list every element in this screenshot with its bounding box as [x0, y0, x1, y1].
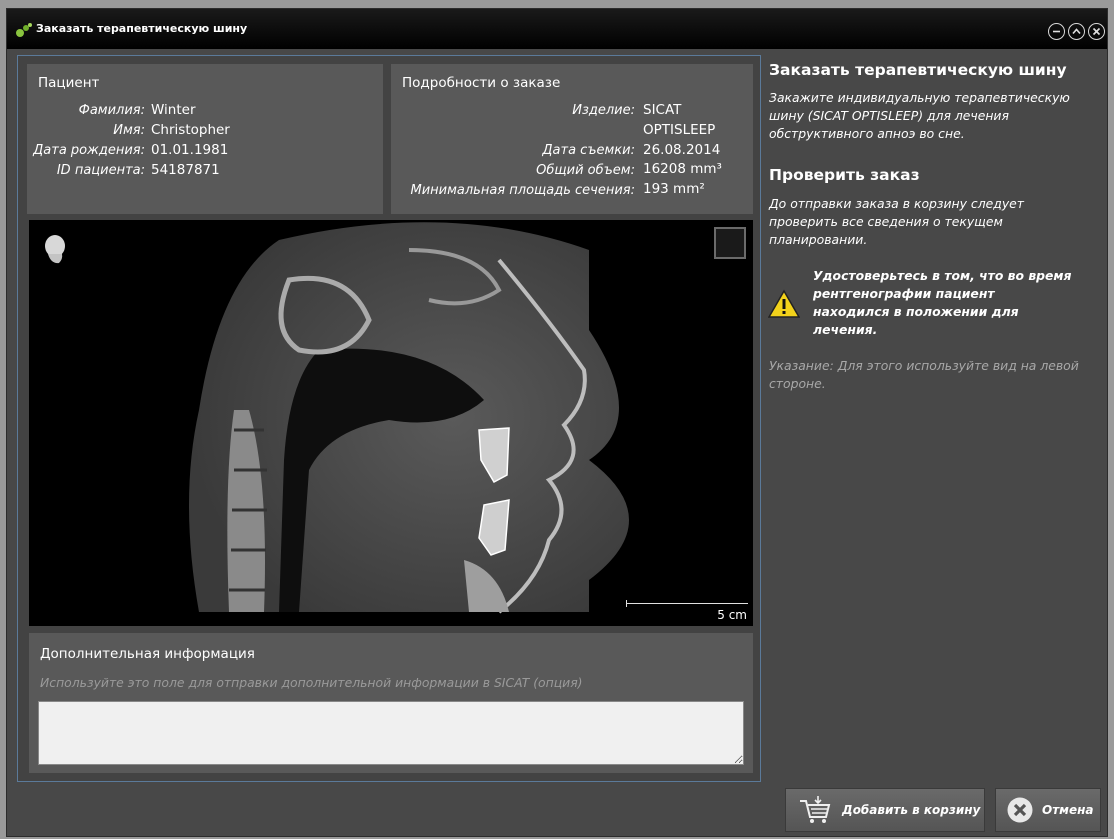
cancel-button[interactable]: Отмена — [995, 788, 1101, 832]
hint-text: Указание: Для этого используйте вид на л… — [769, 357, 1079, 393]
order-product-value: SICAT — [643, 102, 682, 118]
scale-bar — [626, 603, 748, 604]
order-product-value-line2: OPTISLEEP — [643, 122, 716, 138]
add-to-cart-label: Добавить в корзину — [842, 803, 981, 817]
ct-image-viewer[interactable]: 5 cm — [29, 220, 753, 626]
order-scan-date-label: Дата съемки: — [542, 143, 635, 158]
minimize-icon — [1053, 30, 1060, 33]
order-volume-label: Общий объем: — [536, 163, 635, 178]
warning-line: рентгенографии пациент — [813, 286, 995, 301]
chevron-up-icon — [1072, 28, 1081, 35]
order-content-frame: Пациент Фамилия: Winter Имя: Christopher… — [17, 55, 761, 782]
add-to-cart-button[interactable]: Добавить в корзину — [785, 788, 985, 832]
maximize-button[interactable] — [1068, 23, 1085, 40]
cancel-icon — [1007, 797, 1033, 823]
cart-icon — [800, 796, 831, 823]
ct-sagittal-slice — [189, 222, 629, 614]
window-title: Заказать терапевтическую шину — [36, 22, 248, 35]
sidebar-title: Заказать терапевтическую шину — [769, 61, 1067, 79]
hint-line: Указание: Для этого используйте вид на л… — [769, 358, 1079, 373]
additional-info-hint: Используйте это поле для отправки дополн… — [40, 675, 583, 690]
scale-bar-tick-left — [626, 600, 627, 607]
patient-lastname-label: Фамилия: — [78, 103, 145, 118]
patient-id-value: 54187871 — [151, 162, 220, 178]
order-min-area-value: 193 mm² — [643, 181, 705, 197]
hint-line: стороне. — [769, 376, 826, 391]
title-bar: Заказать терапевтическую шину — [7, 9, 1107, 49]
scale-label: 5 cm — [717, 608, 747, 622]
sidebar-description-line: обструктивного апноэ во сне. — [769, 126, 965, 141]
additional-info-heading: Дополнительная информация — [40, 646, 255, 662]
head-orientation-icon[interactable] — [43, 234, 67, 264]
order-dialog-window: Заказать терапевтическую шину Пациент Фа… — [6, 8, 1108, 837]
patient-firstname-label: Имя: — [113, 123, 145, 138]
patient-firstname-value: Christopher — [151, 122, 230, 138]
additional-info-textarea[interactable] — [38, 701, 744, 765]
patient-id-label: ID пациента: — [56, 163, 145, 178]
close-window-button[interactable] — [1088, 23, 1105, 40]
warning-text: Удостоверьтесь в том, что во время рентг… — [813, 267, 1072, 339]
close-icon — [1092, 27, 1101, 36]
warning-line: Удостоверьтесь в том, что во время — [813, 268, 1072, 283]
check-order-title: Проверить заказ — [769, 166, 920, 184]
app-logo-icon — [16, 23, 32, 37]
additional-info-panel: Дополнительная информация Используйте эт… — [29, 633, 753, 773]
minimize-button[interactable] — [1048, 23, 1065, 40]
warning-line: лечения. — [813, 322, 878, 337]
patient-birthdate-label: Дата рождения: — [33, 143, 145, 158]
warning-icon — [768, 289, 800, 318]
order-product-label: Изделие: — [572, 103, 635, 118]
check-order-line: планировании. — [769, 232, 868, 247]
order-details-heading: Подробности о заказе — [402, 75, 561, 91]
order-volume-value: 16208 mm³ — [643, 161, 722, 177]
check-order-line: проверить все сведения о текущем — [769, 214, 1003, 229]
fullscreen-toggle-button[interactable] — [714, 227, 746, 259]
order-scan-date-value: 26.08.2014 — [643, 142, 721, 158]
order-min-area-label: Минимальная площадь сечения: — [410, 183, 635, 198]
sidebar-description-line: Закажите индивидуальную терапевтическую — [769, 90, 1070, 105]
check-order-line: До отправки заказа в корзину следует — [769, 196, 1024, 211]
patient-heading: Пациент — [38, 75, 100, 91]
order-details-panel: Подробности о заказе Изделие: SICAT OPTI… — [391, 64, 753, 214]
cancel-label: Отмена — [1042, 803, 1094, 817]
sidebar-description: Закажите индивидуальную терапевтическую … — [769, 89, 1070, 143]
patient-lastname-value: Winter — [151, 102, 196, 118]
check-order-text: До отправки заказа в корзину следует про… — [769, 195, 1024, 249]
patient-panel: Пациент Фамилия: Winter Имя: Christopher… — [27, 64, 383, 214]
warning-line: находился в положении для — [813, 304, 1019, 319]
patient-birthdate-value: 01.01.1981 — [151, 142, 229, 158]
sidebar-description-line: шину (SICAT OPTISLEEP) для лечения — [769, 108, 1009, 123]
